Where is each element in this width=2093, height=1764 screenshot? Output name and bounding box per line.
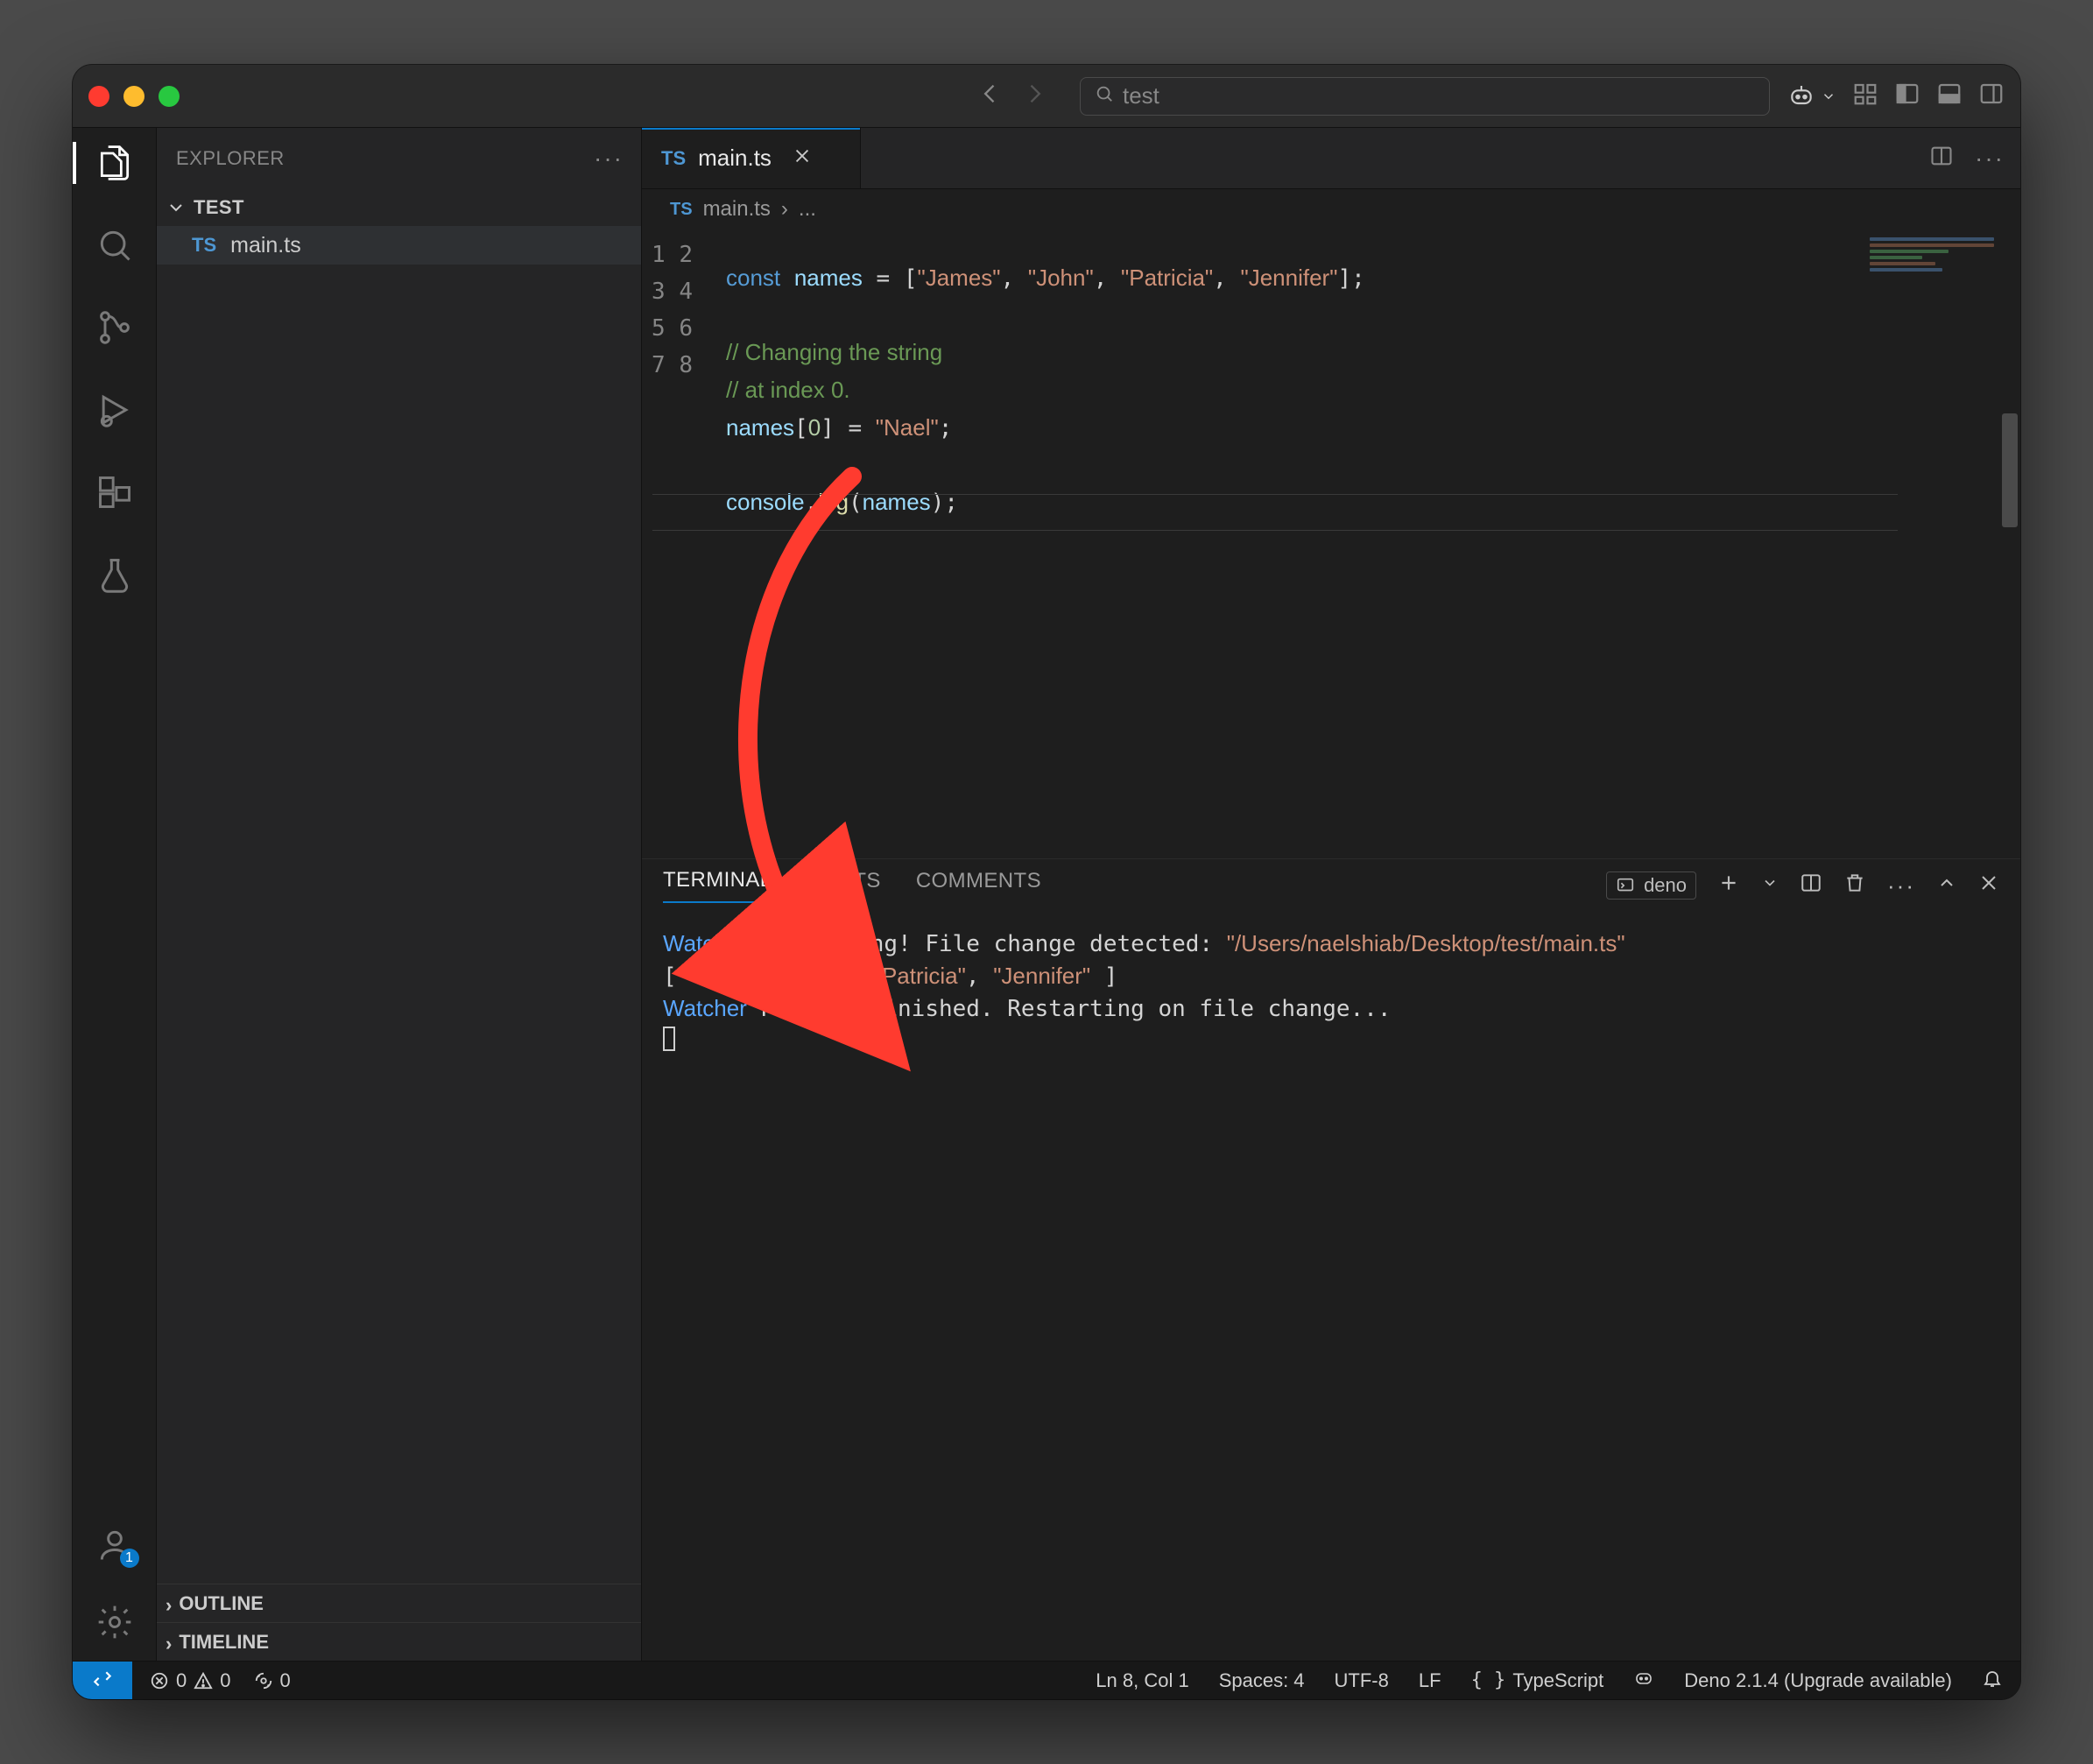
terminal-profile-chevron-icon[interactable] — [1761, 873, 1779, 898]
outline-label: OUTLINE — [179, 1592, 264, 1615]
split-terminal-icon[interactable] — [1800, 871, 1822, 900]
activity-testing[interactable] — [73, 548, 157, 601]
status-cursor[interactable]: Ln 8, Col 1 — [1096, 1669, 1188, 1692]
explorer-sidebar: EXPLORER ··· TEST TS main.ts › OUTLINE ›… — [157, 128, 642, 1661]
app-window: test — [73, 65, 2020, 1699]
code-content[interactable]: const names = ["James", "John", "Patrici… — [710, 252, 2020, 836]
bottom-panel: TERMINAL PORTS COMMENTS deno ··· — [642, 858, 2020, 1661]
search-text: test — [1123, 82, 1159, 109]
activity-explorer[interactable] — [73, 137, 157, 189]
new-terminal-icon[interactable] — [1717, 871, 1740, 900]
status-problems[interactable]: 0 0 — [150, 1669, 231, 1692]
explorer-folder-name: TEST — [194, 196, 244, 219]
split-editor-icon[interactable] — [1929, 144, 1954, 173]
activity-accounts[interactable]: 1 — [73, 1519, 157, 1571]
copilot-button[interactable] — [1787, 82, 1836, 110]
outline-section[interactable]: › OUTLINE — [157, 1584, 641, 1622]
typescript-file-icon: TS — [661, 147, 686, 170]
terminal-output[interactable]: Watcher Restarting! File change detected… — [642, 912, 2020, 1661]
activity-settings[interactable] — [73, 1596, 157, 1648]
panel-tab-bar: TERMINAL PORTS COMMENTS deno ··· — [642, 859, 2020, 912]
close-tab-icon[interactable] — [793, 145, 812, 172]
editor-actions: ··· — [1913, 128, 2020, 188]
timeline-label: TIMELINE — [179, 1631, 269, 1654]
editor-tab[interactable]: TS main.ts — [642, 128, 861, 188]
panel-more-icon[interactable]: ··· — [1887, 872, 1915, 900]
timeline-section[interactable]: › TIMELINE — [157, 1622, 641, 1661]
editor-scrollbar[interactable] — [1999, 229, 2020, 858]
status-copilot-icon[interactable] — [1633, 1668, 1654, 1694]
search-icon — [1095, 82, 1114, 109]
status-deno[interactable]: Deno 2.1.4 (Upgrade available) — [1684, 1669, 1952, 1692]
close-window-button[interactable] — [88, 86, 109, 107]
typescript-file-icon: TS — [192, 234, 216, 257]
editor-tab-bar: TS main.ts ··· — [642, 128, 2020, 189]
title-bar: test — [73, 65, 2020, 128]
status-ports[interactable]: 0 — [254, 1669, 291, 1692]
panel-tab-comments[interactable]: COMMENTS — [916, 869, 1041, 902]
breadcrumb-rest: ... — [799, 197, 816, 222]
explorer-more-icon[interactable]: ··· — [594, 145, 624, 173]
activity-extensions[interactable] — [73, 466, 157, 519]
layout-controls — [1852, 81, 2005, 111]
remote-indicator[interactable] — [73, 1662, 132, 1699]
status-encoding[interactable]: UTF-8 — [1335, 1669, 1389, 1692]
status-language[interactable]: { } TypeScript — [1471, 1669, 1604, 1692]
breadcrumb[interactable]: TS main.ts › ... — [642, 189, 2020, 229]
forward-button[interactable] — [1022, 81, 1046, 110]
accounts-badge: 1 — [120, 1549, 139, 1568]
explorer-folder-header[interactable]: TEST — [157, 189, 641, 226]
status-bar: 0 0 0 Ln 8, Col 1 Spaces: 4 UTF-8 LF { }… — [73, 1661, 2020, 1699]
activity-search[interactable] — [73, 219, 157, 272]
command-center-search[interactable]: test — [1080, 77, 1770, 116]
customize-layout-icon[interactable] — [1852, 81, 1878, 111]
status-notifications-icon[interactable] — [1982, 1668, 2003, 1694]
minimap[interactable] — [1866, 235, 1998, 331]
close-panel-icon[interactable] — [1978, 872, 1999, 900]
toggle-primary-sidebar-icon[interactable] — [1894, 81, 1920, 111]
status-indent[interactable]: Spaces: 4 — [1219, 1669, 1305, 1692]
code-editor[interactable]: 1 2 3 4 5 6 7 8 const names = ["James", … — [642, 229, 2020, 858]
breadcrumb-separator: › — [781, 197, 788, 222]
typescript-file-icon: TS — [670, 200, 693, 220]
file-name: main.ts — [230, 233, 301, 258]
toggle-panel-icon[interactable] — [1936, 81, 1963, 111]
status-eol[interactable]: LF — [1419, 1669, 1441, 1692]
editor-group: TS main.ts ··· TS main.ts › ... — [642, 128, 2020, 1661]
kill-terminal-icon[interactable] — [1843, 871, 1866, 900]
file-tree-item[interactable]: TS main.ts — [157, 226, 641, 265]
explorer-title-label: EXPLORER — [176, 147, 285, 170]
explorer-title: EXPLORER ··· — [157, 128, 641, 189]
panel-tab-ports[interactable]: PORTS — [807, 869, 881, 902]
more-actions-icon[interactable]: ··· — [1975, 145, 2005, 173]
history-navigation — [978, 81, 1046, 110]
zoom-window-button[interactable] — [159, 86, 180, 107]
line-number-gutter: 1 2 3 4 5 6 7 8 — [642, 229, 710, 858]
minimize-window-button[interactable] — [123, 86, 144, 107]
maximize-panel-icon[interactable] — [1936, 872, 1957, 900]
window-controls — [88, 86, 180, 107]
breadcrumb-file: main.ts — [703, 197, 771, 222]
back-button[interactable] — [978, 81, 1003, 110]
terminal-task-label[interactable]: deno — [1606, 871, 1696, 900]
tab-label: main.ts — [698, 145, 772, 172]
file-tree: TS main.ts — [157, 226, 641, 1584]
toggle-secondary-sidebar-icon[interactable] — [1978, 81, 2005, 111]
panel-tab-terminal[interactable]: TERMINAL — [663, 868, 772, 903]
activity-source-control[interactable] — [73, 301, 157, 354]
activity-run-debug[interactable] — [73, 384, 157, 436]
activity-bar: 1 — [73, 128, 157, 1661]
